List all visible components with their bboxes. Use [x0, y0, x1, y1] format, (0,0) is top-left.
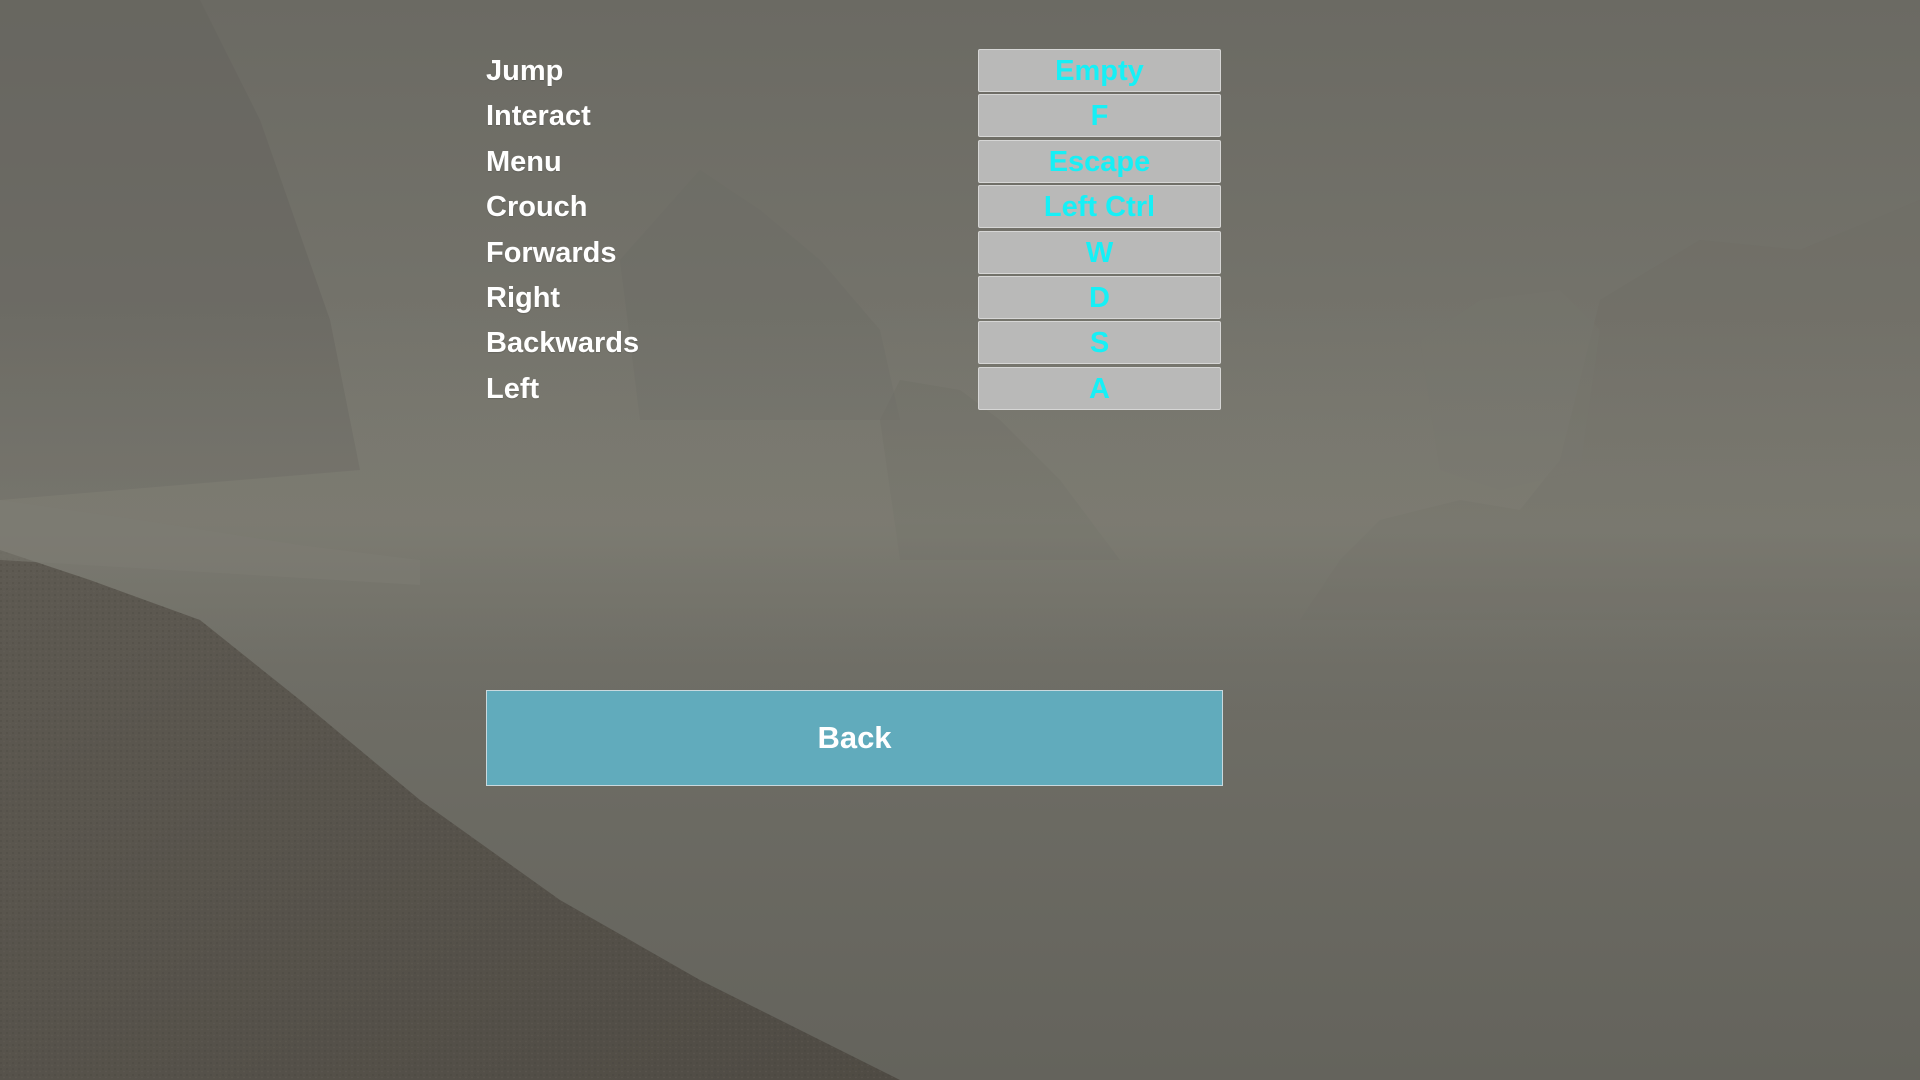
- binding-row-forwards: Forwards W: [486, 230, 1223, 276]
- binding-row-jump: Jump Empty: [486, 49, 1223, 94]
- action-label-jump: Jump: [486, 55, 564, 87]
- action-label-menu: Menu: [486, 145, 562, 178]
- binding-row-menu: Menu Escape: [486, 139, 1223, 185]
- back-button[interactable]: Back: [486, 690, 1223, 786]
- action-label-crouch: Crouch: [486, 191, 588, 224]
- key-button-forwards[interactable]: W: [978, 230, 1221, 274]
- binding-row-interact: Interact F: [486, 94, 1223, 139]
- key-button-jump[interactable]: Empty: [978, 49, 1221, 92]
- key-button-crouch[interactable]: Left Ctrl: [978, 185, 1221, 229]
- action-label-right: Right: [486, 281, 561, 314]
- action-label-backwards: Backwards: [486, 327, 640, 360]
- keybinding-list: Jump Empty Interact F Menu Escape Crouch…: [486, 49, 1223, 412]
- key-button-menu[interactable]: Escape: [978, 139, 1221, 183]
- key-button-right[interactable]: D: [978, 275, 1221, 319]
- action-label-interact: Interact: [486, 100, 591, 133]
- key-button-left[interactable]: A: [978, 366, 1221, 410]
- binding-row-left: Left A: [486, 366, 1223, 412]
- action-label-forwards: Forwards: [486, 236, 617, 269]
- binding-row-backwards: Backwards S: [486, 321, 1223, 366]
- key-button-backwards[interactable]: S: [978, 321, 1221, 365]
- action-label-left: Left: [486, 372, 540, 405]
- binding-row-crouch: Crouch Left Ctrl: [486, 185, 1223, 230]
- key-button-interact[interactable]: F: [978, 94, 1221, 138]
- binding-row-right: Right D: [486, 275, 1223, 321]
